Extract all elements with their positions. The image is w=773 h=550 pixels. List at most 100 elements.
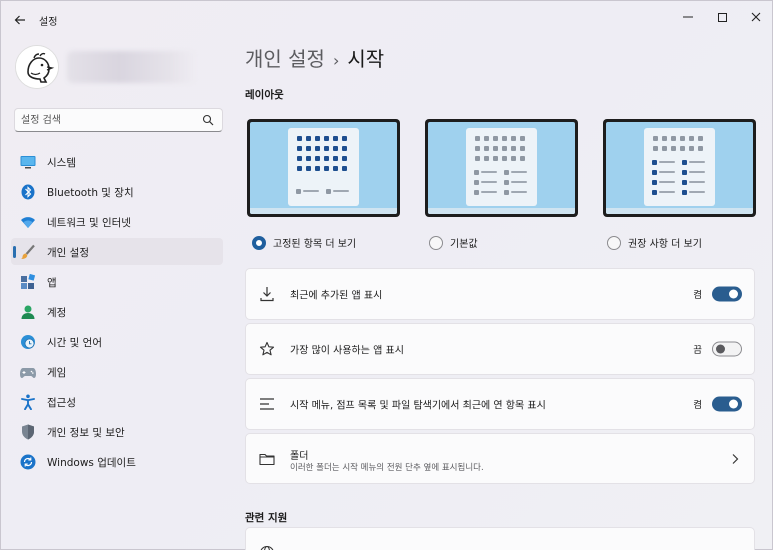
layout-options: 고정된 항목 더 보기 기본값 권장 사항 더 보기	[245, 119, 757, 253]
radio-button[interactable]	[252, 235, 266, 250]
setting-folders[interactable]: 폴더 이러한 폴더는 시작 메뉴의 전원 단추 옆에 표시됩니다.	[245, 433, 755, 484]
related-support-card[interactable]	[245, 527, 755, 550]
toggle-state-text: 켬	[693, 290, 702, 301]
folder-icon	[259, 453, 275, 465]
setting-label: 최근에 추가된 앱 표시	[290, 290, 383, 302]
sidebar-item-gaming[interactable]: 게임	[11, 358, 223, 385]
sidebar-item-privacy-security[interactable]: 개인 정보 및 보안	[11, 418, 223, 445]
download-icon	[260, 287, 274, 302]
radio-option-more-pins[interactable]: 고정된 항목 더 보기	[252, 235, 356, 250]
search-icon	[202, 114, 214, 126]
sidebar-item-personalization[interactable]: 개인 설정	[11, 238, 223, 265]
settings-window: 설정 설정 검색 시스템 Bluetooth 및 장치 네트워크 및 인터넷 개…	[0, 0, 773, 550]
sidebar-item-system[interactable]: 시스템	[11, 148, 223, 175]
minimize-icon	[683, 16, 693, 18]
radio-label: 기본값	[450, 239, 478, 250]
thumbnail-taskbar	[250, 208, 397, 214]
back-button[interactable]	[11, 11, 29, 29]
sidebar-item-bluetooth[interactable]: Bluetooth 및 장치	[11, 178, 223, 205]
paintbrush-icon	[20, 244, 36, 260]
thumbnail-screen	[250, 122, 397, 214]
close-icon	[751, 12, 761, 22]
list-icon	[260, 398, 274, 410]
back-arrow-icon	[14, 15, 25, 25]
username-blurred	[67, 51, 197, 83]
breadcrumb-parent[interactable]: 개인 설정	[245, 47, 325, 71]
sidebar-item-accounts[interactable]: 계정	[11, 298, 223, 325]
thumbnail-screen	[606, 122, 753, 214]
setting-label: 가장 많이 사용하는 앱 표시	[290, 345, 404, 357]
toggle-switch[interactable]	[712, 396, 742, 412]
person-icon	[20, 304, 36, 320]
radio-button[interactable]	[607, 235, 621, 250]
sidebar-item-label: 계정	[47, 307, 67, 319]
monitor-icon	[20, 154, 36, 170]
sidebar-item-apps[interactable]: 앱	[11, 268, 223, 295]
title-bar: 설정	[1, 1, 772, 37]
sidebar-item-network[interactable]: 네트워크 및 인터넷	[11, 208, 223, 235]
folders-title: 폴더	[290, 451, 309, 462]
globe-icon	[260, 545, 274, 550]
bluetooth-icon	[20, 184, 36, 200]
thumbnail-start-menu	[644, 128, 715, 206]
pinned-grid	[475, 136, 525, 161]
toggle-switch[interactable]	[712, 341, 742, 357]
layout-thumbnail-more-pins[interactable]	[247, 119, 400, 217]
close-button[interactable]	[741, 7, 771, 27]
setting-recently-opened-items: 시작 메뉴, 점프 목록 및 파일 탐색기에서 최근에 연 항목 표시 켬	[245, 378, 755, 430]
setting-recently-added-apps: 최근에 추가된 앱 표시 켬	[245, 268, 755, 320]
apps-icon	[20, 274, 36, 290]
accessibility-icon	[20, 394, 36, 410]
pinned-grid	[297, 136, 347, 171]
bird-avatar-icon	[16, 46, 58, 88]
radio-button[interactable]	[429, 235, 443, 250]
page-title: 시작	[347, 47, 385, 71]
update-icon	[20, 454, 36, 470]
thumbnail-screen	[428, 122, 575, 214]
wifi-icon	[20, 214, 36, 230]
sidebar-nav: 시스템 Bluetooth 및 장치 네트워크 및 인터넷 개인 설정 앱 계정…	[11, 148, 223, 478]
sidebar-item-label: 시간 및 언어	[47, 337, 102, 349]
avatar	[15, 45, 59, 89]
gamepad-icon	[20, 364, 36, 380]
sidebar-item-label: 시스템	[47, 157, 76, 169]
maximize-button[interactable]	[707, 7, 737, 27]
settings-search[interactable]	[14, 108, 223, 132]
sidebar-item-label: 접근성	[47, 397, 76, 409]
minimize-button[interactable]	[673, 7, 703, 27]
layout-section-title: 레이아웃	[245, 89, 284, 101]
sidebar-item-time-language[interactable]: 시간 및 언어	[11, 328, 223, 355]
toggle-switch[interactable]	[712, 286, 742, 302]
maximize-icon	[717, 12, 727, 22]
related-support-title: 관련 지원	[245, 512, 288, 524]
pinned-grid	[653, 136, 703, 151]
shield-icon	[20, 424, 36, 440]
setting-label: 시작 메뉴, 점프 목록 및 파일 탐색기에서 최근에 연 항목 표시	[290, 400, 546, 412]
sidebar-item-label: 앱	[47, 277, 57, 289]
breadcrumb: 개인 설정 › 시작	[245, 43, 384, 72]
radio-option-default[interactable]: 기본값	[429, 235, 478, 250]
search-input[interactable]	[21, 112, 201, 128]
layout-thumbnail-default[interactable]	[425, 119, 578, 217]
sidebar-item-label: 네트워크 및 인터넷	[47, 217, 131, 229]
thumbnail-start-menu	[466, 128, 537, 206]
sidebar-item-label: Bluetooth 및 장치	[47, 187, 134, 199]
app-title: 설정	[39, 17, 58, 28]
toggle-state-text: 끔	[693, 345, 702, 356]
thumbnail-taskbar	[606, 208, 753, 214]
sidebar-item-label: 개인 정보 및 보안	[47, 427, 125, 439]
sidebar-item-accessibility[interactable]: 접근성	[11, 388, 223, 415]
radio-label: 권장 사항 더 보기	[628, 239, 702, 250]
sidebar-item-windows-update[interactable]: Windows 업데이트	[11, 448, 223, 475]
layout-thumbnail-more-recommendations[interactable]	[603, 119, 756, 217]
folders-description: 이러한 폴더는 시작 메뉴의 전원 단추 옆에 표시됩니다.	[290, 463, 484, 473]
toggle-state-text: 켬	[693, 400, 702, 411]
radio-option-more-recommendations[interactable]: 권장 사항 더 보기	[607, 235, 702, 250]
sidebar-item-label: Windows 업데이트	[47, 457, 136, 469]
thumbnail-taskbar	[428, 208, 575, 214]
radio-label: 고정된 항목 더 보기	[273, 239, 357, 250]
sidebar-item-label: 개인 설정	[47, 247, 89, 259]
breadcrumb-separator: ›	[332, 51, 340, 70]
thumbnail-start-menu	[288, 128, 359, 206]
clock-globe-icon	[20, 334, 36, 350]
